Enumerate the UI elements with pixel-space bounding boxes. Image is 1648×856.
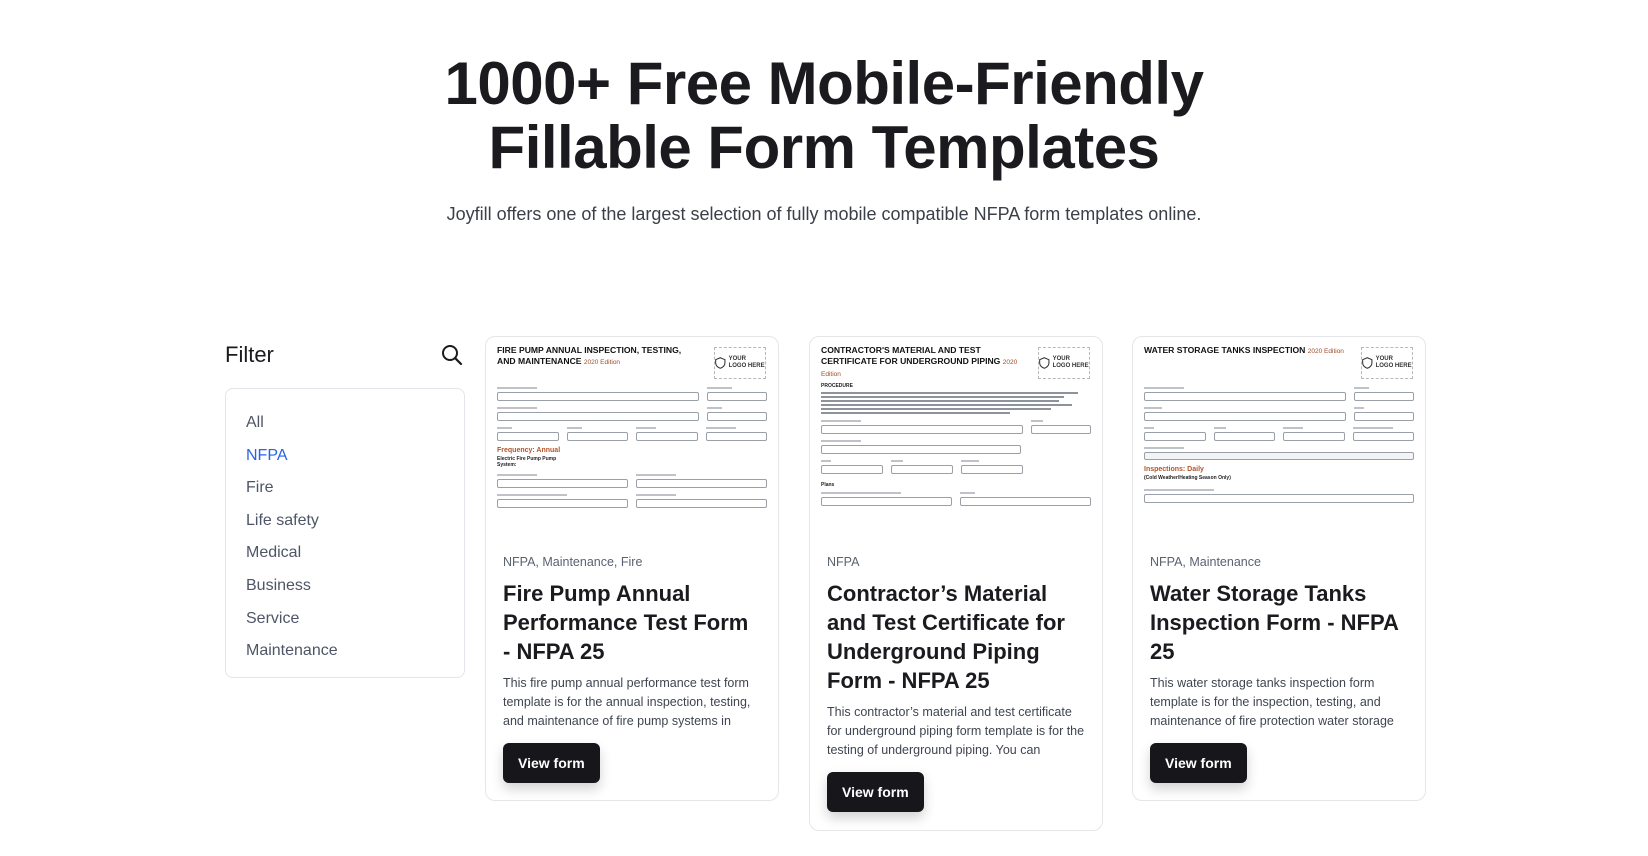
card-description: This contractor’s material and test cert… [827, 705, 1085, 757]
page-subtitle: Joyfill offers one of the largest select… [446, 204, 1202, 224]
card-tags: NFPA, Maintenance [1150, 555, 1261, 569]
filter-item-business[interactable]: Business [246, 570, 444, 603]
view-form-button[interactable]: View form [503, 743, 600, 783]
preview-title: CONTRACTOR'S MATERIAL AND TEST CERTIFICA… [821, 345, 1018, 378]
logo-placeholder: YOUR LOGO HERE [1361, 347, 1413, 379]
filter-item-maintenance[interactable]: Maintenance [246, 635, 444, 668]
filter-item-medical[interactable]: Medical [246, 537, 444, 570]
filter-title: Filter [225, 342, 274, 367]
template-card[interactable]: WATER STORAGE TANKS INSPECTION 2020 Edit… [1132, 336, 1426, 801]
form-preview-image: WATER STORAGE TANKS INSPECTION 2020 Edit… [1133, 337, 1425, 537]
filter-item-fire[interactable]: Fire [246, 472, 444, 505]
view-form-button[interactable]: View form [1150, 743, 1247, 783]
filter-item-life-safety[interactable]: Life safety [246, 505, 444, 538]
card-title[interactable]: Contractor’s Material and Test Certifica… [827, 579, 1085, 695]
hero: 1000+ Free Mobile-Friendly Fillable Form… [0, 52, 1648, 229]
filter-panel: Filter All NFPA Fire Life safety Medical… [225, 340, 465, 678]
form-preview-image: FIRE PUMP ANNUAL INSPECTION, TESTING, AN… [486, 337, 778, 537]
shield-icon [1362, 357, 1373, 369]
card-title[interactable]: Water Storage Tanks Inspection Form - NF… [1150, 579, 1408, 666]
preview-subsection: Electric Fire Pump Pump System: [497, 456, 557, 468]
form-preview-image: CONTRACTOR'S MATERIAL AND TEST CERTIFICA… [810, 337, 1102, 537]
filter-list: All NFPA Fire Life safety Medical Busine… [225, 388, 465, 678]
logo-placeholder-text: YOUR LOGO HERE [1375, 356, 1412, 369]
card-tags: NFPA, Maintenance, Fire [503, 555, 643, 569]
template-card[interactable]: FIRE PUMP ANNUAL INSPECTION, TESTING, AN… [485, 336, 779, 801]
preview-fields: PROCEDURE Plans [821, 383, 1091, 512]
search-icon[interactable] [439, 342, 465, 368]
logo-placeholder: YOUR LOGO HERE [1038, 347, 1090, 379]
filter-item-nfpa[interactable]: NFPA [246, 440, 444, 473]
preview-section: Inspections: Daily [1144, 466, 1204, 473]
card-title[interactable]: Fire Pump Annual Performance Test Form -… [503, 579, 761, 666]
preview-subsection: Plans [821, 482, 835, 488]
shield-icon [715, 357, 726, 369]
logo-placeholder: YOUR LOGO HERE [714, 347, 766, 379]
filter-item-service[interactable]: Service [246, 603, 444, 636]
preview-fields: Inspections: Daily (Cold Weather/Heating… [1144, 387, 1414, 509]
filter-header: Filter [225, 340, 465, 370]
preview-fields: Frequency: Annual Electric Fire Pump Pum… [497, 387, 767, 514]
preview-title: FIRE PUMP ANNUAL INSPECTION, TESTING, AN… [497, 345, 682, 366]
preview-subsection: (Cold Weather/Heating Season Only) [1144, 475, 1231, 481]
preview-section: PROCEDURE [821, 383, 853, 389]
card-tags: NFPA [827, 555, 860, 569]
preview-section: Frequency: Annual [497, 447, 561, 454]
filter-item-all[interactable]: All [246, 407, 444, 440]
template-card[interactable]: CONTRACTOR'S MATERIAL AND TEST CERTIFICA… [809, 336, 1103, 831]
shield-icon [1039, 357, 1050, 369]
logo-placeholder-text: YOUR LOGO HERE [728, 356, 765, 369]
preview-title: WATER STORAGE TANKS INSPECTION 2020 Edit… [1144, 345, 1344, 355]
page-title: 1000+ Free Mobile-Friendly Fillable Form… [444, 50, 1204, 181]
view-form-button[interactable]: View form [827, 772, 924, 812]
card-description: This water storage tanks inspection form… [1150, 676, 1394, 728]
card-description: This fire pump annual performance test f… [503, 676, 751, 728]
logo-placeholder-text: YOUR LOGO HERE [1052, 356, 1089, 369]
